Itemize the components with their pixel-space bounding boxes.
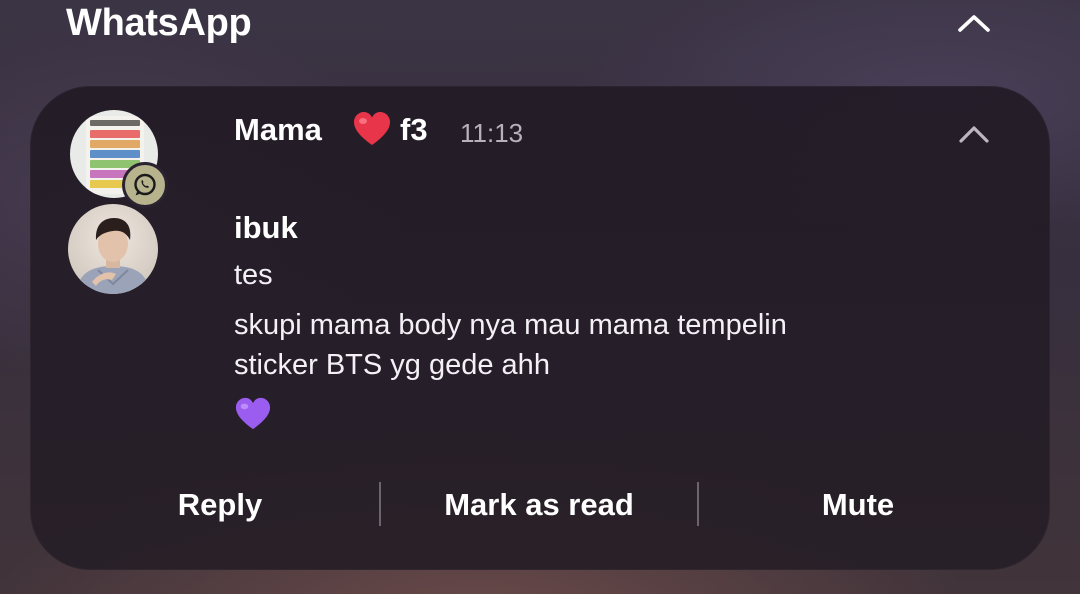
chevron-up-icon [958,15,990,32]
app-header: WhatsApp [0,0,1080,50]
message-text: tes [234,259,273,291]
expand-notification-button[interactable] [950,112,998,156]
whatsapp-icon [134,173,156,196]
app-title: WhatsApp [66,2,252,44]
message-text: skupi mama body nya mau mama tempelin [234,309,787,341]
chevron-up-icon [959,126,989,143]
notification-card[interactable]: Mama f3 11:13 ibuk tes skupi mama body n… [30,86,1050,570]
purple-heart-icon [235,397,271,430]
mark-as-read-button[interactable]: Mark as read [380,480,698,530]
notification-time: 11:13 [460,118,524,148]
group-name: Mama [234,112,322,147]
message-text: sticker BTS yg gede ahh [234,349,550,381]
sender-avatar [68,204,158,294]
mute-button[interactable]: Mute [698,480,1018,530]
notification-actions: Reply Mark as read Mute [30,480,1050,530]
collapse-group-button[interactable] [950,2,998,44]
reply-button[interactable]: Reply [60,480,380,530]
group-name-suffix: f3 [400,112,428,147]
sender-name: ibuk [234,210,298,245]
red-heart-icon [354,112,390,145]
whatsapp-badge [122,162,168,208]
